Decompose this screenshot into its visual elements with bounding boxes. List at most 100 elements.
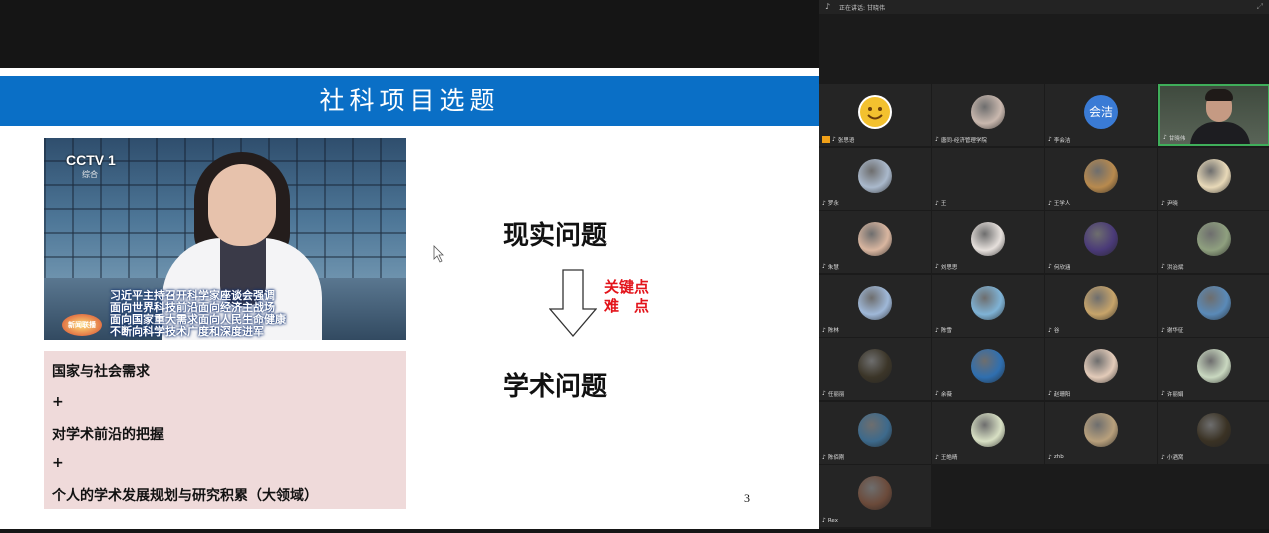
mic-icon: ♪ (935, 390, 939, 397)
speaking-label: 正在讲话: (839, 5, 866, 12)
slide-title: 社科项目选题 (319, 86, 500, 115)
participant-name-row: ♪ 谷 (1048, 326, 1059, 335)
participant-tile[interactable]: ♪ 许丽娟 (1158, 338, 1269, 400)
participant-name-row: ♪ 赵珊阳 (1048, 389, 1070, 398)
participant-tile[interactable]: ♪ 谢华征 (1158, 274, 1269, 337)
participant-name-row: ♪ 许丽娟 (1161, 389, 1183, 398)
mic-icon: ♪ (935, 136, 939, 143)
participant-tile[interactable]: ♪ 尹晓 (1158, 147, 1269, 210)
participant-name-row: ♪ 王学人 (1048, 199, 1070, 208)
participant-tile[interactable]: ♪ zhb (1045, 401, 1157, 464)
participant-name-row: ♪ 何欣涵 (1048, 262, 1070, 271)
screen-share-top-bar (0, 0, 819, 68)
participant-avatar (971, 349, 1005, 383)
participant-name-row: ♪ 任丽丽 (822, 389, 844, 398)
pink-line-plus: + (52, 455, 64, 471)
participant-name-row: ♪ 陈雪 (935, 326, 952, 335)
participant-tile[interactable]: ♪ 刘思思 (932, 211, 1044, 273)
participant-avatar (858, 285, 892, 320)
participant-name: 甘晓伟 (1168, 135, 1186, 142)
key-points-label: 关键点 难 点 (604, 278, 649, 316)
participant-tile[interactable]: ♪ 唐同-经济管理学院 (932, 84, 1044, 146)
mic-icon: ♪ (825, 2, 831, 11)
participant-name-row: ♪ 陈林 (822, 326, 839, 335)
news-screenshot-image: CCTV 1 综合 新闻联播 习近平主持召开科学家座谈会强调 面向世界科技前沿面… (44, 138, 406, 340)
video-person-body (1190, 122, 1250, 144)
expand-icon[interactable]: ⤢ (1257, 2, 1263, 12)
participant-name-row: ♪ 谢华征 (1161, 326, 1183, 335)
participant-name: 许丽娟 (1166, 391, 1184, 398)
participant-avatar (1197, 349, 1231, 383)
participant-avatar (1197, 285, 1231, 320)
program-logo: 新闻联播 (62, 314, 102, 336)
participant-name: 任丽丽 (827, 391, 845, 398)
participant-tile[interactable]: ♪ 甘晓伟 (1158, 84, 1269, 146)
participant-avatar (858, 349, 892, 383)
participant-tile[interactable]: ♪ 王 (932, 147, 1044, 210)
participant-name-row: ♪ 尹晓 (1161, 199, 1178, 208)
speaking-name: 甘晓伟 (867, 5, 886, 12)
participant-tile[interactable]: ♪ 朱慧 (819, 211, 931, 273)
participant-name: 尹晓 (1166, 201, 1178, 207)
mic-icon: ♪ (935, 199, 939, 207)
participant-name: 朱慧 (827, 264, 839, 271)
participant-name-row: ♪ 陈佰刚 (822, 453, 844, 462)
mic-icon: ♪ (1161, 263, 1165, 270)
mic-icon: ♪ (935, 263, 939, 270)
participant-avatar (1084, 285, 1118, 320)
participant-tile[interactable]: ♪ 任丽丽 (819, 338, 931, 400)
pink-line-national-needs: 国家与社会需求 (52, 364, 150, 380)
participant-name: 小酒窝 (1166, 455, 1184, 461)
mic-icon: ♪ (822, 199, 826, 207)
academic-problem-heading: 学术问题 (503, 372, 608, 402)
participant-name-row: ♪ 李会洁 (1048, 135, 1070, 144)
participant-tile[interactable]: ♪ 陈佰刚 (819, 401, 931, 464)
participant-avatar (858, 222, 892, 256)
mic-icon: ♪ (1048, 326, 1052, 334)
participant-name: 罗永 (827, 201, 839, 207)
participant-tile[interactable]: ♪ 洪治斌 (1158, 211, 1269, 273)
slide-page-number: 3 (744, 491, 750, 505)
participant-name: 陈佰刚 (827, 455, 845, 461)
participant-name-row: ♪ Rex (822, 516, 838, 525)
mic-icon: ♪ (1048, 453, 1052, 461)
caption-line: 不断向科学技术广度和深度进军 (110, 325, 264, 338)
participant-avatar (1197, 158, 1231, 193)
participant-tile[interactable]: ♪ 陈林 (819, 274, 931, 337)
participant-name-row: ♪ 洪治斌 (1161, 262, 1183, 271)
mouse-cursor-icon (433, 245, 444, 263)
participant-name-row: ♪ 王皓晴 (935, 453, 957, 462)
mic-icon: ♪ (822, 263, 826, 270)
participant-tile[interactable]: ♪ Rex (819, 465, 931, 527)
participant-name: 张思语 (837, 137, 855, 144)
participant-tile[interactable]: ♪ 张思语 (819, 84, 931, 146)
participant-tile[interactable]: ♪ 罗永 (819, 147, 931, 210)
host-badge-icon (822, 136, 830, 143)
participant-name: 洪治斌 (1166, 264, 1184, 271)
participant-tile[interactable]: ♪ 王学人 (1045, 147, 1157, 210)
participant-tile[interactable]: 会洁 ♪ 李会洁 (1045, 84, 1157, 146)
key-points-line: 关键点 (604, 278, 650, 296)
participant-tile[interactable]: ♪ 余薇 (932, 338, 1044, 400)
participant-tile[interactable]: ♪ 赵珊阳 (1045, 338, 1157, 400)
participant-name-row: ♪ 朱慧 (822, 262, 839, 271)
mic-icon: ♪ (1161, 390, 1165, 397)
speaking-indicator-bar: ♪ 正在讲话: 甘晓伟 ⤢ (819, 0, 1269, 14)
participants-panel: ♪ 正在讲话: 甘晓伟 ⤢ ♪ 张思语 ♪ 唐同-经济管理学院 会洁 ♪ 李会洁 ♪ 甘晓伟 ♪ 罗… (819, 0, 1269, 529)
participant-tile[interactable]: ♪ 陈雪 (932, 274, 1044, 337)
participant-name-row: ♪ 唐同-经济管理学院 (935, 135, 987, 144)
participant-tile[interactable]: ♪ 谷 (1045, 274, 1157, 337)
bottom-edge (0, 529, 1269, 533)
participant-tile[interactable]: ♪ 何欣涵 (1045, 211, 1157, 273)
participant-name-row: ♪ 张思语 (822, 135, 854, 144)
participant-name-row: ♪ 刘思思 (935, 262, 957, 271)
participant-avatar (1197, 222, 1231, 256)
mic-icon: ♪ (822, 326, 826, 334)
participant-avatar (971, 412, 1005, 447)
anchor-face (208, 164, 276, 246)
mic-icon: ♪ (822, 453, 826, 461)
participant-tile[interactable]: ♪ 小酒窝 (1158, 401, 1269, 464)
participant-tile[interactable]: ♪ 王皓晴 (932, 401, 1044, 464)
mic-icon: ♪ (1161, 199, 1165, 207)
participant-avatar (971, 222, 1005, 256)
